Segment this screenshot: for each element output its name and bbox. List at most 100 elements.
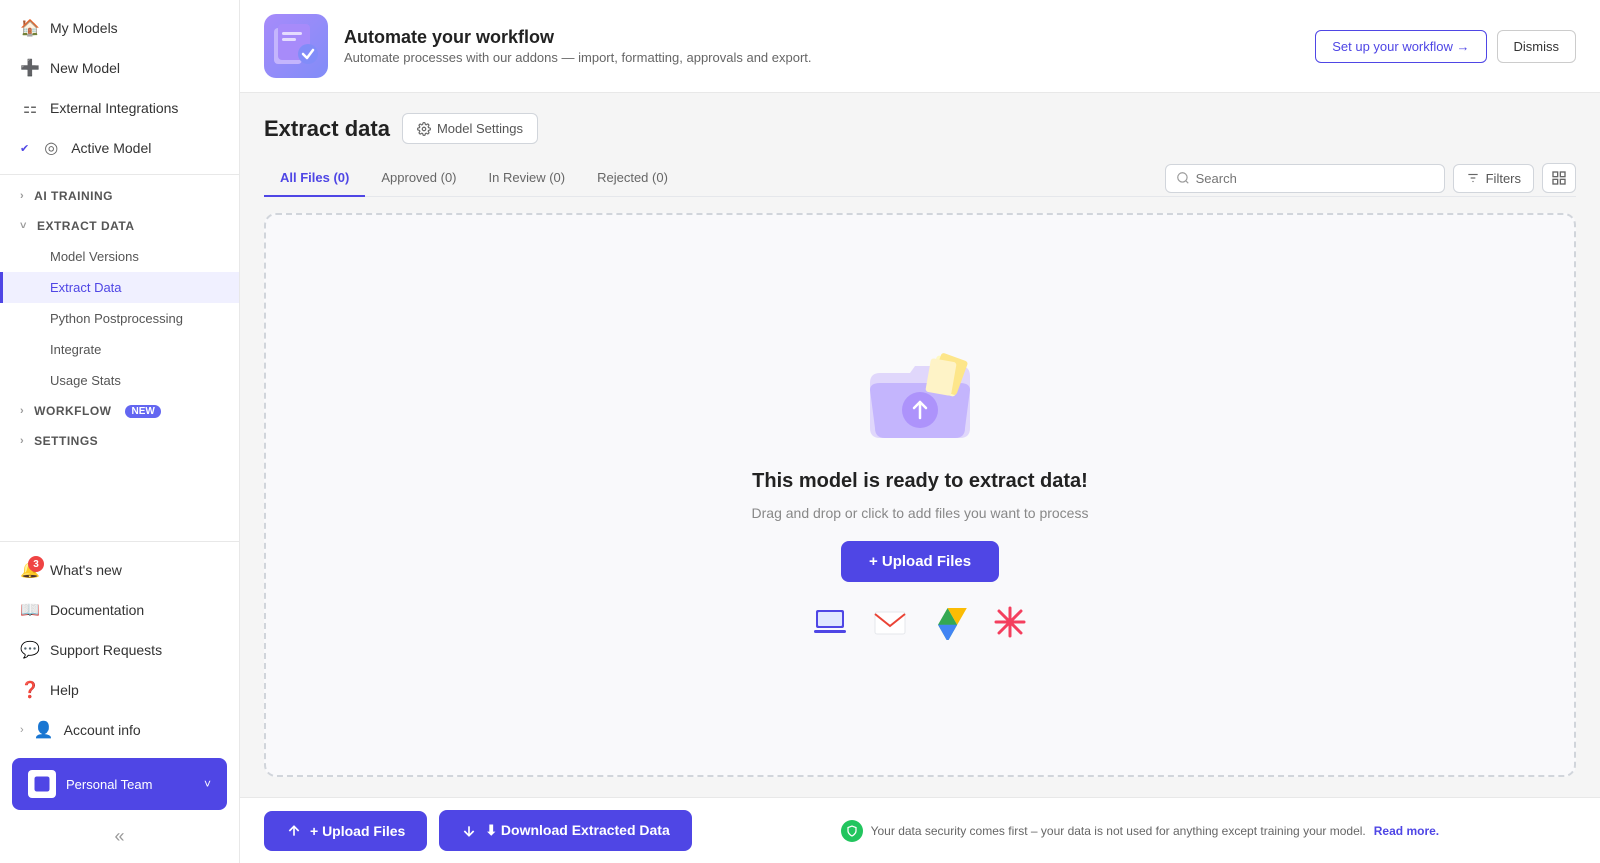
footer-bar: + Upload Files ⬇ Download Extracted Data… xyxy=(240,797,1600,863)
sidebar-item-account-info[interactable]: › 👤 Account info xyxy=(0,710,239,750)
avatar xyxy=(28,770,56,798)
search-box xyxy=(1165,164,1445,193)
collapse-sidebar-button[interactable]: « xyxy=(0,818,239,855)
download-icon xyxy=(461,823,477,839)
sidebar-label-my-models: My Models xyxy=(50,20,118,36)
workflow-banner: Automate your workflow Automate processe… xyxy=(240,0,1600,93)
tab-in-review-label: In Review (0) xyxy=(489,170,566,185)
integrate-label: Integrate xyxy=(50,342,101,357)
active-model-icon: ◎ xyxy=(41,138,61,158)
integrations-icon: ⚏ xyxy=(20,98,40,118)
sidebar-item-support-requests[interactable]: 💬 Support Requests xyxy=(0,630,239,670)
read-more-link[interactable]: Read more. xyxy=(1374,824,1439,838)
filter-icon xyxy=(1466,171,1480,185)
plus-icon: ➕ xyxy=(20,58,40,78)
sidebar-sub-item-python-postprocessing[interactable]: Python Postprocessing xyxy=(0,303,239,334)
tab-in-review[interactable]: In Review (0) xyxy=(473,160,582,197)
asterisk-integration-icon[interactable] xyxy=(990,602,1030,642)
book-icon: 📖 xyxy=(20,600,40,620)
sidebar-item-new-model[interactable]: ➕ New Model xyxy=(0,48,239,88)
tab-all-files-label: All Files (0) xyxy=(280,170,349,185)
laptop-integration-icon[interactable] xyxy=(810,602,850,642)
sidebar-item-documentation[interactable]: 📖 Documentation xyxy=(0,590,239,630)
model-settings-button[interactable]: Model Settings xyxy=(402,113,538,144)
model-versions-label: Model Versions xyxy=(50,249,139,264)
sidebar-label-active-model: Active Model xyxy=(71,140,151,156)
tab-all-files[interactable]: All Files (0) xyxy=(264,160,365,197)
page-title: Extract data xyxy=(264,116,390,142)
dropzone[interactable]: This model is ready to extract data! Dra… xyxy=(264,213,1576,777)
integration-icons xyxy=(810,602,1030,642)
content-area: Extract data Model Settings All Files (0… xyxy=(240,93,1600,797)
python-postprocessing-label: Python Postprocessing xyxy=(50,311,183,326)
banner-actions: Set up your workflow → Dismiss xyxy=(1315,30,1576,63)
footer-download-label: ⬇ Download Extracted Data xyxy=(485,822,669,839)
team-footer[interactable]: Personal Team ˅ xyxy=(12,758,227,810)
team-name: Personal Team xyxy=(66,777,152,792)
sidebar-item-active-model[interactable]: ✔ ◎ Active Model xyxy=(0,128,239,168)
sidebar-sub-item-extract-data[interactable]: Extract Data xyxy=(0,272,239,303)
sidebar-section-extract-data[interactable]: ˅ EXTRACT DATA xyxy=(0,211,239,241)
grid-icon xyxy=(1551,170,1567,186)
settings-chevron: › xyxy=(20,435,24,447)
search-input[interactable] xyxy=(1196,171,1434,186)
sidebar-sub-item-usage-stats[interactable]: Usage Stats xyxy=(0,365,239,396)
sidebar-item-external-integrations[interactable]: ⚏ External Integrations xyxy=(0,88,239,128)
banner-text: Automate your workflow Automate processe… xyxy=(344,27,1299,65)
documentation-label: Documentation xyxy=(50,602,144,618)
extract-data-label: EXTRACT DATA xyxy=(37,219,135,233)
ai-training-label: AI TRAINING xyxy=(34,189,113,203)
help-label: Help xyxy=(50,682,79,698)
security-notice: Your data security comes first – your da… xyxy=(704,820,1576,842)
dropzone-subtitle: Drag and drop or click to add files you … xyxy=(752,505,1089,521)
tabs-bar: All Files (0) Approved (0) In Review (0)… xyxy=(264,160,1576,197)
model-settings-label: Model Settings xyxy=(437,121,523,136)
sidebar-label-external-integrations: External Integrations xyxy=(50,100,178,116)
support-icon: 💬 xyxy=(20,640,40,660)
security-icon xyxy=(841,820,863,842)
support-requests-label: Support Requests xyxy=(50,642,162,658)
extract-data-chevron: ˅ xyxy=(20,220,27,232)
gmail-integration-icon[interactable] xyxy=(870,602,910,642)
gdrive-integration-icon[interactable] xyxy=(930,602,970,642)
banner-subtitle: Automate processes with our addons — imp… xyxy=(344,50,1299,65)
collapse-icon: « xyxy=(114,826,124,847)
setup-workflow-label: Set up your workflow → xyxy=(1332,39,1469,54)
account-icon: 👤 xyxy=(34,720,54,740)
sidebar-label-new-model: New Model xyxy=(50,60,120,76)
upload-files-label: + Upload Files xyxy=(869,553,971,570)
sidebar-item-help[interactable]: ❓ Help xyxy=(0,670,239,710)
ai-training-chevron: › xyxy=(20,190,24,202)
tab-rejected[interactable]: Rejected (0) xyxy=(581,160,684,197)
tab-approved[interactable]: Approved (0) xyxy=(365,160,472,197)
sidebar-item-my-models[interactable]: 🏠 My Models xyxy=(0,8,239,48)
sidebar-sub-item-model-versions[interactable]: Model Versions xyxy=(0,241,239,272)
filters-button[interactable]: Filters xyxy=(1453,164,1534,193)
notification-badge: 3 xyxy=(28,556,44,572)
footer-download-button[interactable]: ⬇ Download Extracted Data xyxy=(439,810,691,851)
main-content: Automate your workflow Automate processe… xyxy=(240,0,1600,863)
tab-approved-label: Approved (0) xyxy=(381,170,456,185)
workflow-chevron: › xyxy=(20,405,24,417)
sidebar-item-whats-new[interactable]: 🔔 3 What's new xyxy=(0,550,239,590)
tab-rejected-label: Rejected (0) xyxy=(597,170,668,185)
sidebar: 🏠 My Models ➕ New Model ⚏ External Integ… xyxy=(0,0,240,863)
grid-view-button[interactable] xyxy=(1542,163,1576,193)
footer-upload-label: + Upload Files xyxy=(310,823,405,839)
bell-icon-wrap: 🔔 3 xyxy=(20,560,40,580)
settings-label: SETTINGS xyxy=(34,434,98,448)
banner-icon xyxy=(264,14,328,78)
security-text: Your data security comes first – your da… xyxy=(871,824,1366,838)
footer-upload-files-button[interactable]: + Upload Files xyxy=(264,811,427,851)
workflow-label: WORKFLOW xyxy=(34,404,111,418)
sidebar-section-settings[interactable]: › SETTINGS xyxy=(0,426,239,456)
sidebar-section-workflow[interactable]: › WORKFLOW NEW xyxy=(0,396,239,426)
team-chevron-icon: ˅ xyxy=(204,777,211,791)
sidebar-section-ai-training[interactable]: › AI TRAINING xyxy=(0,181,239,211)
sidebar-sub-item-integrate[interactable]: Integrate xyxy=(0,334,239,365)
dropzone-illustration xyxy=(860,348,980,448)
upload-files-button[interactable]: + Upload Files xyxy=(841,541,999,582)
dismiss-button[interactable]: Dismiss xyxy=(1497,30,1577,63)
home-icon: 🏠 xyxy=(20,18,40,38)
setup-workflow-button[interactable]: Set up your workflow → xyxy=(1315,30,1486,63)
